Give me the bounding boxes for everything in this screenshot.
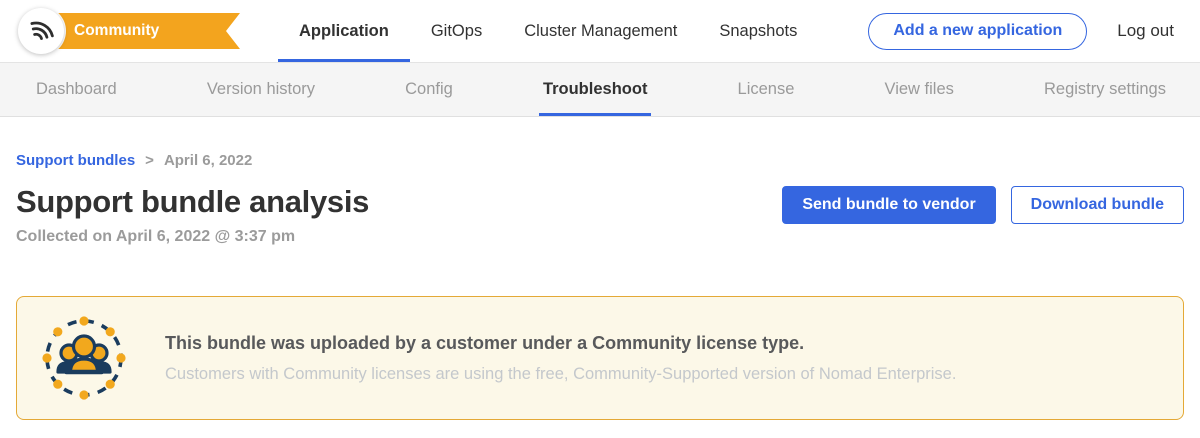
- tab-gitops[interactable]: GitOps: [410, 0, 503, 62]
- breadcrumb-separator: >: [145, 152, 154, 169]
- breadcrumb: Support bundles > April 6, 2022: [16, 152, 1184, 169]
- alert-text-block: This bundle was uploaded by a customer u…: [165, 333, 956, 384]
- tab-cluster-management[interactable]: Cluster Management: [503, 0, 698, 62]
- primary-nav: Application GitOps Cluster Management Sn…: [278, 0, 818, 62]
- subnav-item-registry-settings[interactable]: Registry settings: [1040, 63, 1170, 116]
- bundle-actions: Send bundle to vendor Download bundle: [782, 186, 1184, 224]
- secondary-nav: Dashboard Version history Config Trouble…: [0, 62, 1200, 117]
- alert-body: Customers with Community licenses are us…: [165, 365, 956, 384]
- brand-logo-badge[interactable]: Community Edition: [0, 0, 240, 62]
- main-content: Support bundles > April 6, 2022 Support …: [0, 152, 1200, 420]
- app-logo[interactable]: [18, 8, 64, 54]
- community-license-alert: This bundle was uploaded by a customer u…: [16, 296, 1184, 420]
- subnav-item-troubleshoot[interactable]: Troubleshoot: [539, 63, 652, 116]
- subnav-item-version-history[interactable]: Version history: [203, 63, 319, 116]
- add-new-application-button[interactable]: Add a new application: [868, 13, 1087, 50]
- send-bundle-to-vendor-button[interactable]: Send bundle to vendor: [782, 186, 995, 224]
- collected-timestamp: Collected on April 6, 2022 @ 3:37 pm: [16, 228, 369, 246]
- community-edition-badge: Community Edition: [34, 13, 240, 49]
- alert-heading: This bundle was uploaded by a customer u…: [165, 333, 956, 354]
- community-users-icon: [39, 313, 129, 403]
- breadcrumb-support-bundles-link[interactable]: Support bundles: [16, 152, 135, 169]
- top-bar: Community Edition Application GitOps Clu…: [0, 0, 1200, 62]
- tab-snapshots[interactable]: Snapshots: [698, 0, 818, 62]
- download-bundle-button[interactable]: Download bundle: [1011, 186, 1184, 224]
- page-title-block: Support bundle analysis Collected on Apr…: [16, 184, 369, 246]
- tab-application[interactable]: Application: [278, 0, 410, 62]
- subnav-item-dashboard[interactable]: Dashboard: [32, 63, 121, 116]
- top-bar-actions: Add a new application Log out: [868, 13, 1200, 50]
- page-header: Support bundle analysis Collected on Apr…: [16, 184, 1184, 246]
- subnav-item-view-files[interactable]: View files: [881, 63, 958, 116]
- subnav-item-license[interactable]: License: [734, 63, 799, 116]
- replicated-logo-icon: [26, 14, 56, 49]
- subnav-item-config[interactable]: Config: [401, 63, 457, 116]
- breadcrumb-current: April 6, 2022: [164, 152, 252, 169]
- page-title: Support bundle analysis: [16, 184, 369, 220]
- logout-link[interactable]: Log out: [1117, 21, 1174, 41]
